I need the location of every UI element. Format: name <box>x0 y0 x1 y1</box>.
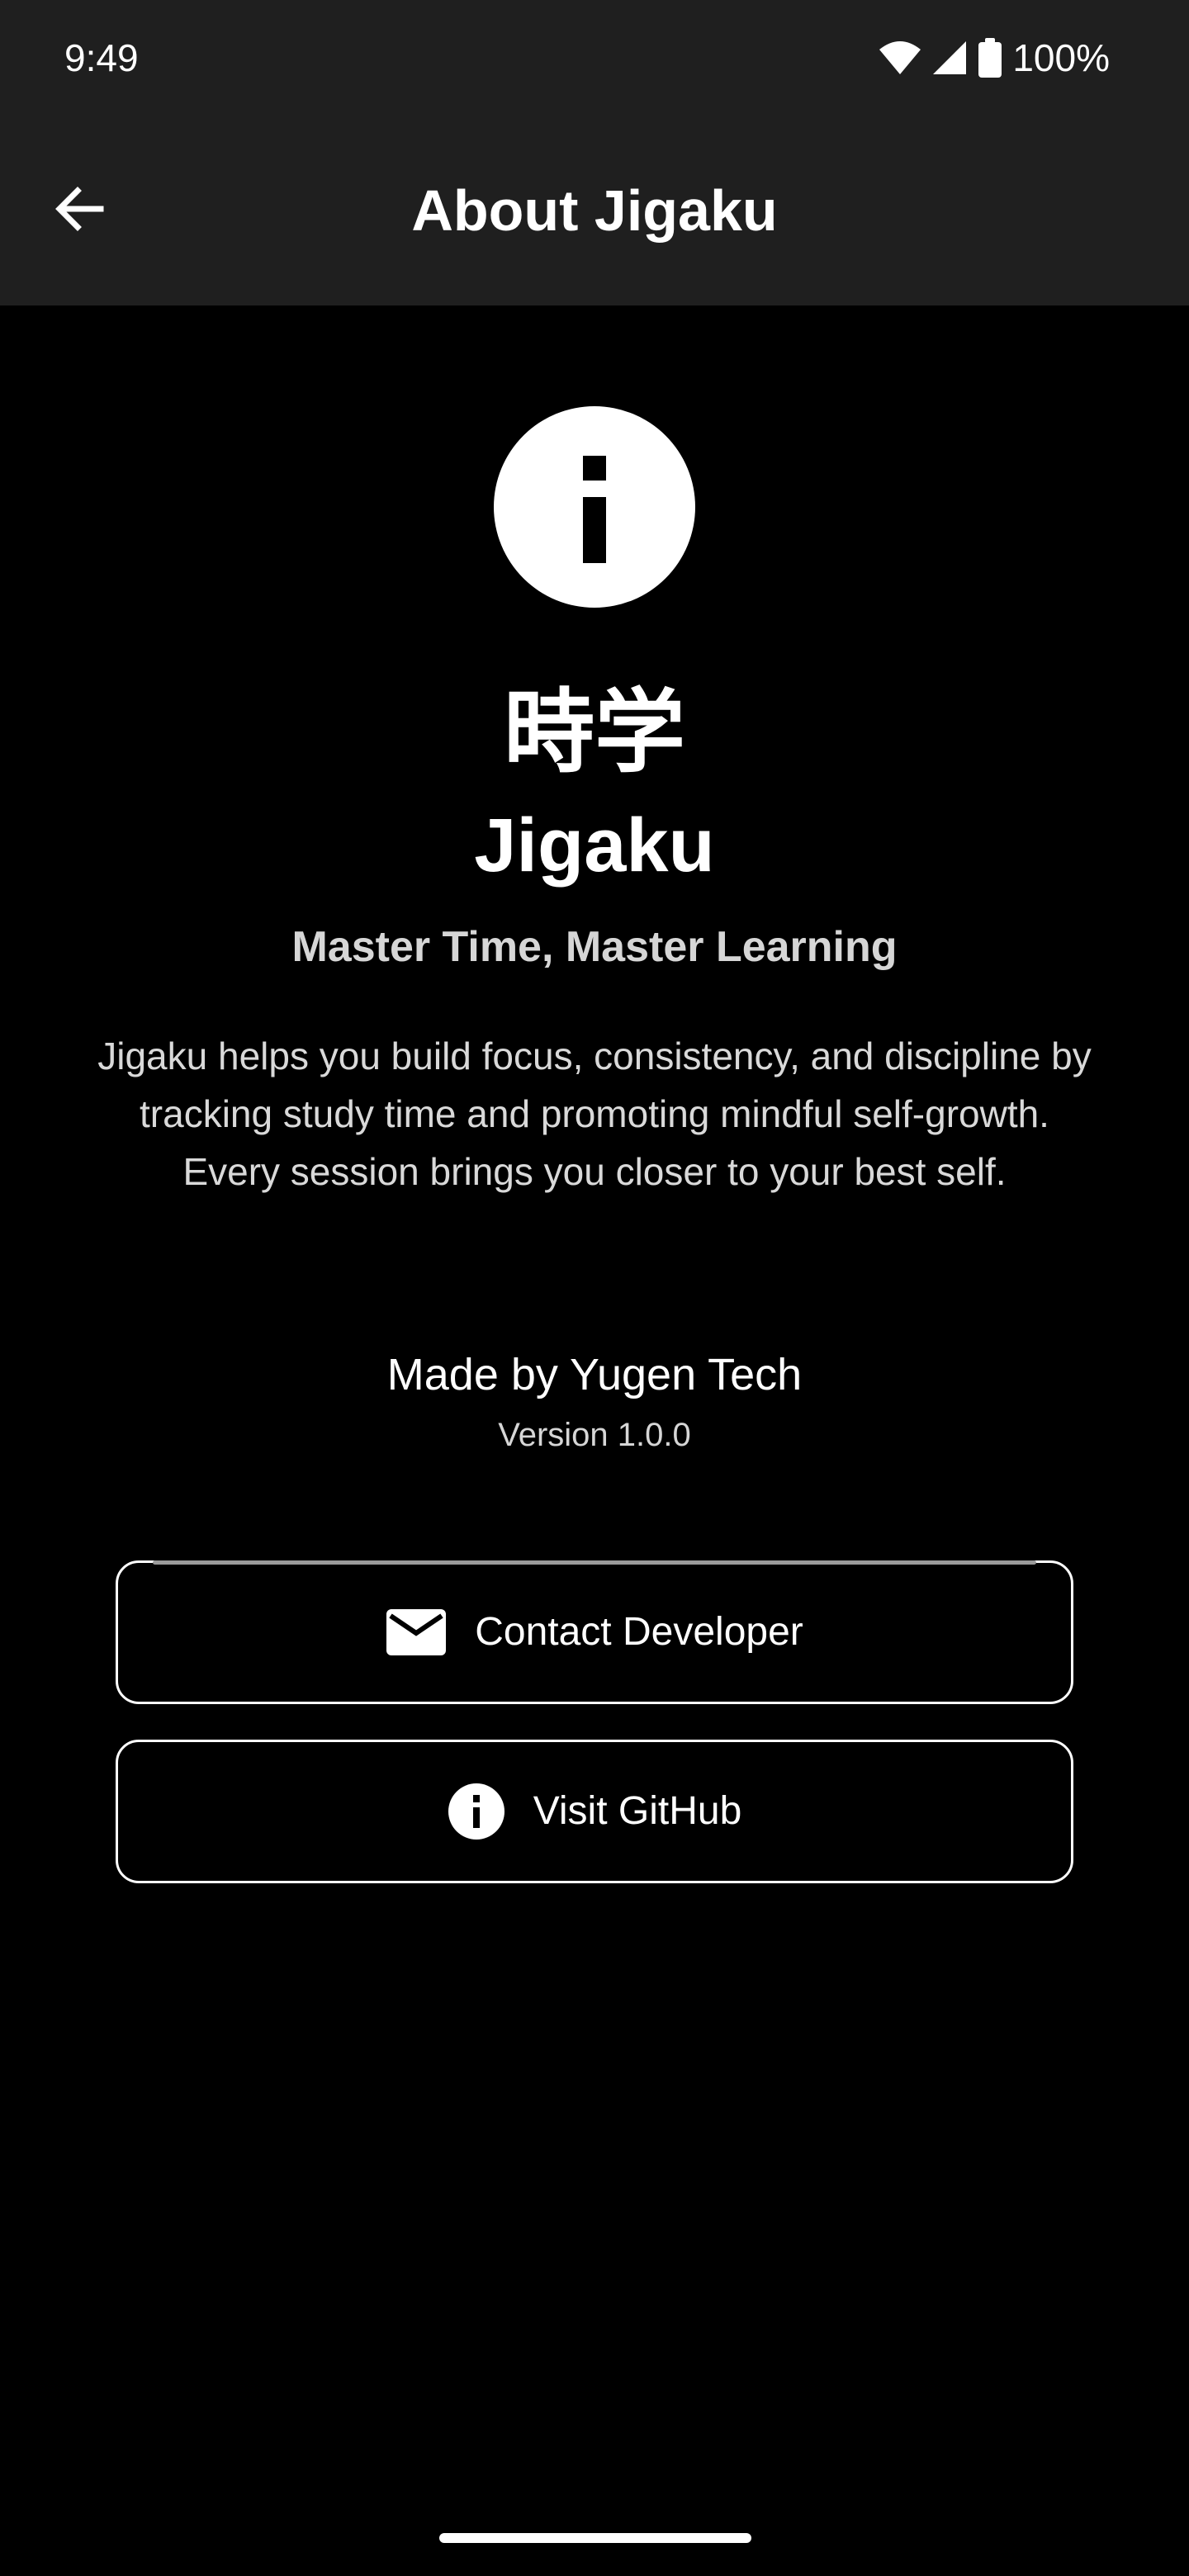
contact-developer-label: Contact Developer <box>475 1610 803 1654</box>
wifi-icon <box>879 40 921 76</box>
status-icons: 100% <box>879 33 1110 83</box>
info-icon <box>494 406 695 608</box>
info-icon <box>448 1783 505 1840</box>
visit-github-label: Visit GitHub <box>533 1789 742 1833</box>
status-bar: 9:49 100% <box>0 0 1189 116</box>
signal-icon <box>931 40 968 76</box>
app-bar: About Jigaku <box>0 116 1189 305</box>
mail-icon <box>386 1608 447 1656</box>
app-description: Jigaku helps you build focus, consistenc… <box>97 1035 1092 1193</box>
app-name: Jigaku <box>474 803 715 888</box>
home-indicator[interactable] <box>439 2533 751 2543</box>
app-version: Version 1.0.0 <box>498 1417 691 1453</box>
app-tagline: Master Time, Master Learning <box>291 923 898 971</box>
battery-icon <box>978 38 1002 78</box>
developer-credit: Made by Yugen Tech <box>386 1350 803 1399</box>
button-highlight <box>153 1560 1036 1565</box>
battery-percent: 100% <box>1012 36 1110 79</box>
status-time: 9:49 <box>64 36 139 79</box>
about-screen: 9:49 100% About Jigaku 時学 Jigaku Master … <box>0 0 1189 2576</box>
app-name-kanji: 時学 <box>504 680 685 785</box>
visit-github-button[interactable]: Visit GitHub <box>116 1740 1073 1883</box>
contact-developer-button[interactable]: Contact Developer <box>116 1560 1073 1704</box>
page-title: About Jigaku <box>411 178 778 243</box>
